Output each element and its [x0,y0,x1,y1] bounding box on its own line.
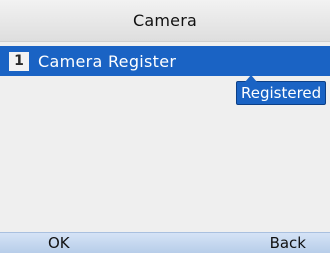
tooltip-pointer-icon [245,75,257,82]
title-bar: Camera [0,0,330,42]
status-tooltip: Registered [236,75,327,105]
menu-list: 1 Camera Register [0,42,330,232]
back-softkey[interactable]: Back [270,233,306,253]
menu-item-label: Camera Register [38,51,177,71]
softkey-bar: OK Back [0,232,330,253]
ok-softkey[interactable]: OK [48,233,70,253]
item-index-badge: 1 [9,51,29,71]
phone-screen: Camera 1 Camera Register Registered OK B… [0,0,330,253]
menu-item-camera-register[interactable]: 1 Camera Register [0,46,330,76]
tooltip-text: Registered [241,84,322,102]
screen-title: Camera [133,11,197,30]
